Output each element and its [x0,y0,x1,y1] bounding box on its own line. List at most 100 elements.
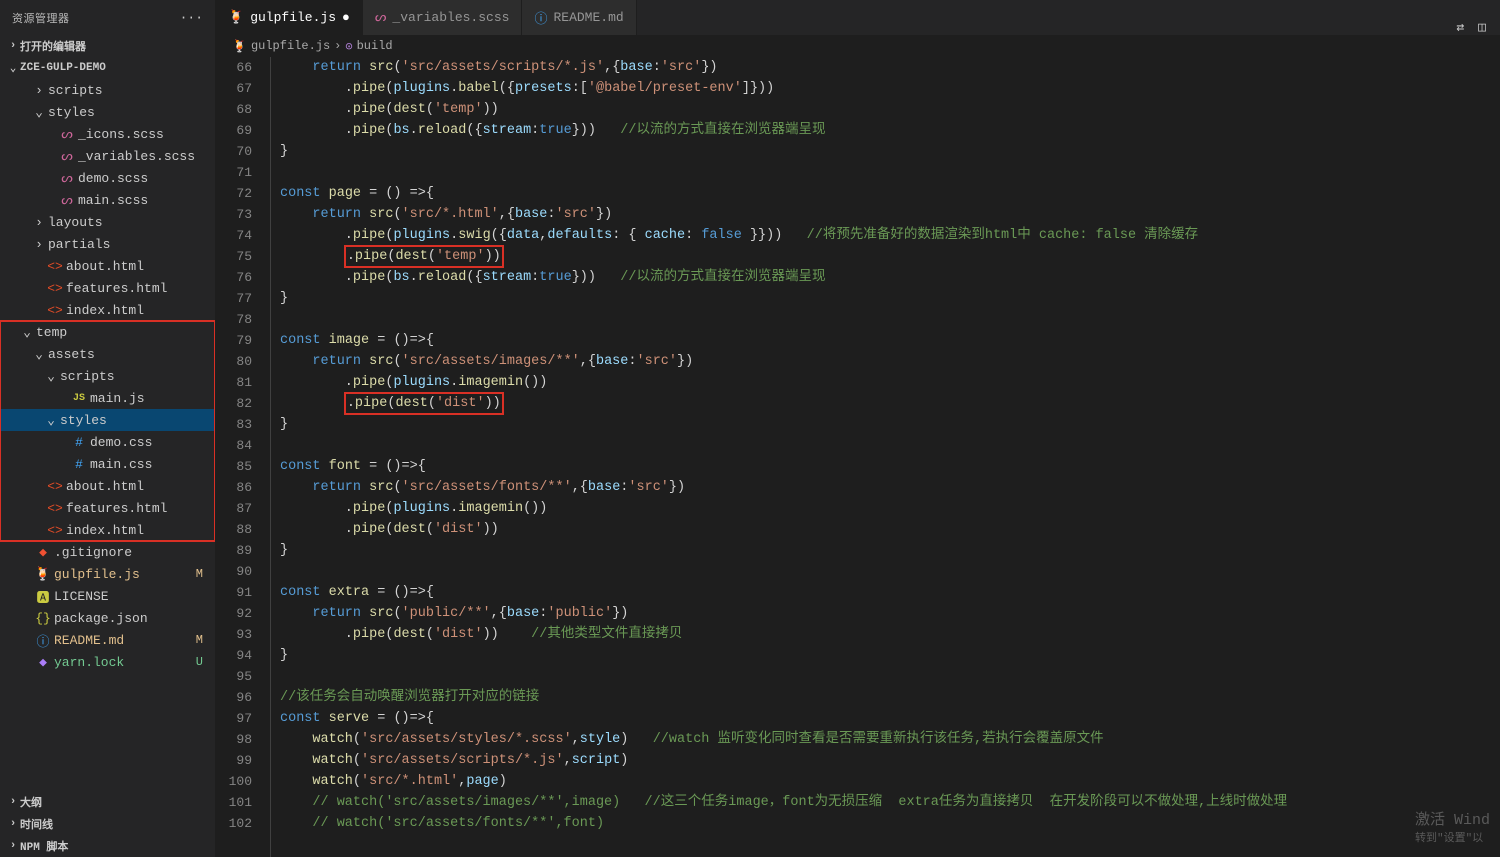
html-icon: <> [46,501,64,516]
compare-icon[interactable]: ⇄ [1456,20,1464,35]
tree-item-label: about.html [64,259,215,274]
tree-item-label: gulpfile.js [52,567,196,582]
more-icon[interactable]: ··· [180,10,203,25]
section-npm[interactable]: › NPM 脚本 [0,835,215,857]
tree-item-label: index.html [64,523,215,538]
editor-tab[interactable]: 🍹gulpfile.js● [216,0,363,35]
chevron-down-icon: ⌄ [6,61,20,75]
breadcrumb-file: gulpfile.js [251,39,330,53]
tree-item[interactable]: <>index.html [0,519,215,541]
tree-item[interactable]: ⌄scripts [0,365,215,387]
lock-icon: ◆ [34,655,52,670]
sidebar: 资源管理器 ··· › 打开的编辑器 ⌄ ZCE-GULP-DEMO ›scri… [0,0,216,857]
chevron-right-icon: › [334,39,341,53]
tree-item-label: main.css [88,457,215,472]
chevron-icon: › [32,237,46,252]
scss-icon: ᔕ [58,127,76,142]
section-project[interactable]: ⌄ ZCE-GULP-DEMO [0,57,215,79]
tree-item[interactable]: ›partials [0,233,215,255]
scss-icon: ᔕ [375,10,387,25]
tree-item-label: temp [34,325,215,340]
tree-item-label: features.html [64,501,215,516]
tree-item[interactable]: ›layouts [0,211,215,233]
html-icon: <> [46,523,64,538]
code-content[interactable]: return src('src/assets/scripts/*.js',{ba… [264,57,1500,857]
chevron-icon: ⌄ [32,105,46,120]
section-timeline[interactable]: › 时间线 [0,813,215,835]
tree-item[interactable]: 🍹gulpfile.jsM [0,563,215,585]
tree-item[interactable]: #demo.css [0,431,215,453]
tree-item[interactable]: ⌄assets [0,343,215,365]
tree-item-label: demo.css [88,435,215,450]
tree-item[interactable]: ᔕ_icons.scss [0,123,215,145]
tree-item[interactable]: ⌄styles [0,101,215,123]
tree-item[interactable]: <>features.html [0,277,215,299]
tree-item-label: package.json [52,611,215,626]
code-area[interactable]: 6667686970717273747576777879808182838485… [216,57,1500,857]
tab-label: gulpfile.js [250,10,336,25]
git-badge: M [196,567,215,581]
breadcrumb-symbol: build [357,39,393,53]
section-label: 大纲 [20,794,42,810]
tree-item[interactable]: <>index.html [0,299,215,321]
section-label: 时间线 [20,816,53,832]
tree-item-label: _icons.scss [76,127,215,142]
gulp-icon: 🍹 [228,10,244,25]
css-icon: # [70,435,88,450]
tree-item-label: .gitignore [52,545,215,560]
tree-item[interactable]: ›scripts [0,79,215,101]
chevron-icon: ⌄ [20,325,34,340]
section-outline[interactable]: › 大纲 [0,791,215,813]
tree-item[interactable]: <>features.html [0,497,215,519]
tree-item-label: yarn.lock [52,655,196,670]
tree-item-label: layouts [46,215,215,230]
md-icon: ⓘ [34,631,52,650]
tree-item[interactable]: ◆.gitignore [0,541,215,563]
gulp-icon: 🍹 [232,39,247,54]
tree-item[interactable]: ⓘREADME.mdM [0,629,215,651]
chevron-icon: ⌄ [32,347,46,362]
explorer-title: 资源管理器 [12,10,70,26]
tree-item-label: assets [46,347,215,362]
html-icon: <> [46,479,64,494]
tree-item[interactable]: {}package.json [0,607,215,629]
tree-item-label: LICENSE [52,589,215,604]
tree-item-label: features.html [64,281,215,296]
scss-icon: ᔕ [58,149,76,164]
tree-item[interactable]: ⌄temp [0,321,215,343]
tree-item[interactable]: ◆yarn.lockU [0,651,215,673]
section-open-editors[interactable]: › 打开的编辑器 [0,35,215,57]
tree-item-label: styles [46,105,215,120]
explorer-header: 资源管理器 ··· [0,0,215,35]
chevron-icon: › [32,215,46,230]
tree-item-label: main.scss [76,193,215,208]
file-tree: ›scripts⌄stylesᔕ_icons.scssᔕ_variables.s… [0,79,215,791]
tree-item[interactable]: #main.css [0,453,215,475]
tree-item[interactable]: ᔕdemo.scss [0,167,215,189]
lic-icon: 🅰 [34,587,52,606]
section-label: 打开的编辑器 [20,38,86,54]
breadcrumb[interactable]: 🍹 gulpfile.js › ⊙ build [216,35,1500,57]
tree-item[interactable]: JSmain.js [0,387,215,409]
tree-item[interactable]: ⌄styles [0,409,215,431]
tree-item-label: about.html [64,479,215,494]
gulp-icon: 🍹 [34,567,52,582]
tree-item[interactable]: ᔕ_variables.scss [0,145,215,167]
tree-item-label: scripts [58,369,215,384]
tree-item[interactable]: <>about.html [0,475,215,497]
tree-item[interactable]: <>about.html [0,255,215,277]
tree-item-label: index.html [64,303,215,318]
tree-item-label: partials [46,237,215,252]
chevron-right-icon: › [6,40,20,52]
tab-label: README.md [553,10,623,25]
tree-item-label: scripts [46,83,215,98]
editor-tab[interactable]: ᔕ_variables.scss [363,0,523,35]
git-badge: U [196,655,215,669]
tree-item[interactable]: 🅰LICENSE [0,585,215,607]
split-icon[interactable]: ◫ [1478,20,1486,35]
chevron-right-icon: › [6,818,20,830]
tree-item[interactable]: ᔕmain.scss [0,189,215,211]
html-icon: <> [46,281,64,296]
editor-tab[interactable]: ⓘREADME.md [522,0,636,35]
tab-actions: ⇄ ◫ [1442,20,1500,35]
